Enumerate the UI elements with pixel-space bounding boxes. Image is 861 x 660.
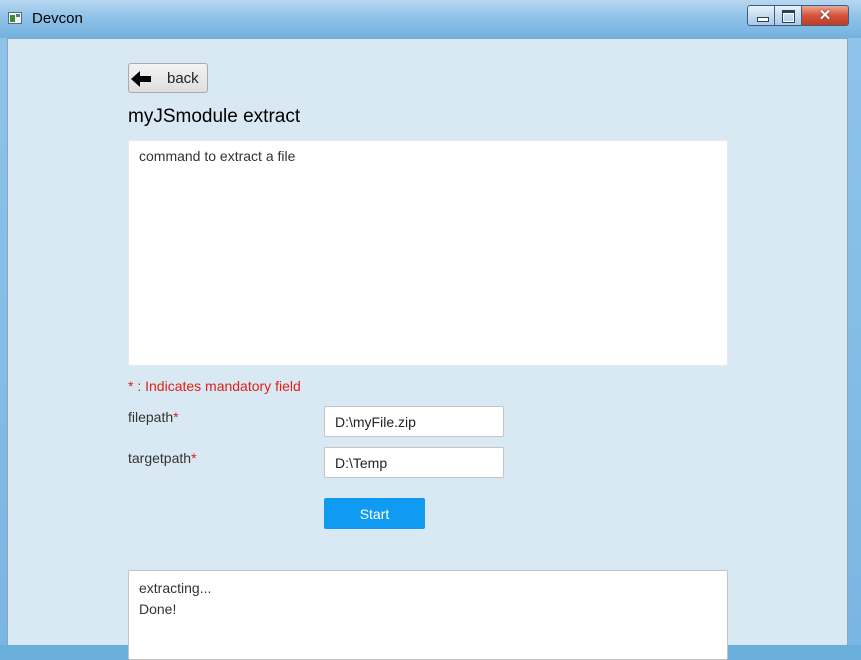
description-box: command to extract a file (128, 140, 728, 366)
arrow-left-icon (131, 71, 151, 87)
filepath-input[interactable] (324, 406, 504, 437)
start-button[interactable]: Start (324, 498, 425, 529)
maximize-icon (782, 10, 795, 23)
close-button[interactable]: ✕ (802, 5, 849, 26)
targetpath-input[interactable] (324, 447, 504, 478)
mandatory-note: * : Indicates mandatory field (128, 378, 301, 394)
minimize-button[interactable] (747, 5, 775, 26)
title-bar[interactable]: Devcon ✕ (0, 0, 861, 38)
app-icon (8, 12, 22, 24)
output-log[interactable]: extracting... Done! (128, 570, 728, 660)
window-title: Devcon (32, 10, 83, 27)
log-line: extracting... (139, 580, 212, 596)
filepath-label: filepath* (128, 409, 179, 425)
back-button[interactable]: back (128, 63, 208, 93)
window-frame-left (0, 38, 7, 645)
window-controls: ✕ (747, 5, 849, 26)
close-icon: ✕ (818, 7, 832, 24)
targetpath-label: targetpath* (128, 450, 197, 466)
maximize-button[interactable] (775, 5, 802, 26)
description-text: command to extract a file (139, 148, 296, 164)
filepath-label-text: filepath (128, 409, 174, 425)
page-title: myJSmodule extract (128, 106, 301, 127)
back-button-label: back (167, 70, 199, 87)
log-line: Done! (139, 601, 177, 617)
window-frame-right (848, 38, 861, 645)
required-marker: * (191, 450, 197, 466)
required-marker: * (173, 409, 179, 425)
targetpath-label-text: targetpath (128, 450, 192, 466)
minimize-icon (757, 17, 769, 22)
